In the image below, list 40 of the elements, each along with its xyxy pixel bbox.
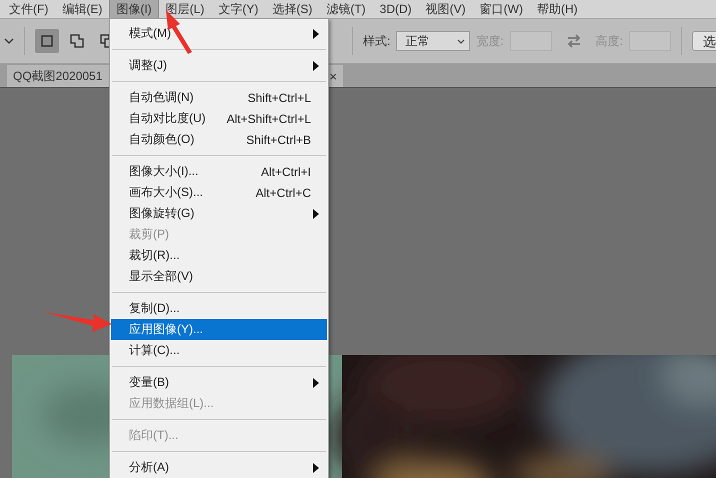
submenu-arrow-icon [313, 378, 319, 388]
menu-item[interactable]: 自动对比度(U) Alt+Shift+Ctrl+L [111, 108, 327, 129]
menu-item[interactable]: 调整(J) [111, 55, 327, 76]
menu-title[interactable]: 窗口(W) [472, 0, 530, 20]
annotation-arrow [44, 310, 112, 332]
submenu-arrow-icon [313, 208, 319, 218]
menu-item[interactable]: 复制(D)... [111, 298, 327, 319]
menu-item[interactable]: 分析(A) [111, 457, 327, 478]
menu-item[interactable]: 应用图像(Y)... [111, 319, 327, 340]
submenu-arrow-icon [313, 60, 319, 70]
menu-item[interactable]: 画布大小(S)... Alt+Ctrl+C [111, 182, 327, 203]
rectangle-icon [41, 35, 53, 47]
menu-title[interactable]: 帮助(H) [530, 0, 585, 20]
style-select[interactable]: 正常 [396, 31, 470, 51]
menu-title[interactable]: 文字(Y) [211, 0, 266, 20]
menu-title[interactable]: 3D(D) [372, 0, 419, 18]
menu-item[interactable]: 图像旋转(G) [111, 203, 327, 224]
menu-title[interactable]: 图像(I) [109, 0, 159, 20]
menu-item[interactable]: 模式(M) [111, 23, 327, 44]
submenu-arrow-icon [313, 462, 319, 472]
menu-item[interactable]: 图像大小(I)... Alt+Ctrl+I [111, 161, 327, 182]
menu-title[interactable]: 视图(V) [418, 0, 473, 20]
menu-title[interactable]: 选择(S) [265, 0, 320, 20]
menu-item[interactable]: 裁切(R)... [111, 245, 327, 266]
menu-item[interactable]: 自动色调(N) Shift+Ctrl+L [111, 87, 327, 108]
close-button[interactable]: × [329, 68, 337, 84]
style-label: 样式: [362, 32, 390, 50]
chevron-down-icon[interactable] [4, 38, 14, 44]
menu-item[interactable]: 计算(C)... [111, 340, 327, 361]
menu-title[interactable]: 文件(F) [2, 0, 56, 20]
menu-item[interactable]: 变量(B) [111, 372, 327, 393]
menu-title[interactable]: 滤镜(T) [319, 0, 373, 20]
menu-item[interactable]: 显示全部(V) [111, 266, 327, 287]
menu-item[interactable]: 自动颜色(O) Shift+Ctrl+B [111, 129, 327, 150]
select-button[interactable]: 选 [692, 31, 716, 51]
document-title: QQ截图2020051 [13, 68, 102, 84]
chevron-down-icon [457, 38, 466, 44]
submenu-arrow-icon [313, 28, 319, 38]
add-selection-icon [70, 34, 84, 48]
menu-title[interactable]: 编辑(E) [55, 0, 110, 20]
